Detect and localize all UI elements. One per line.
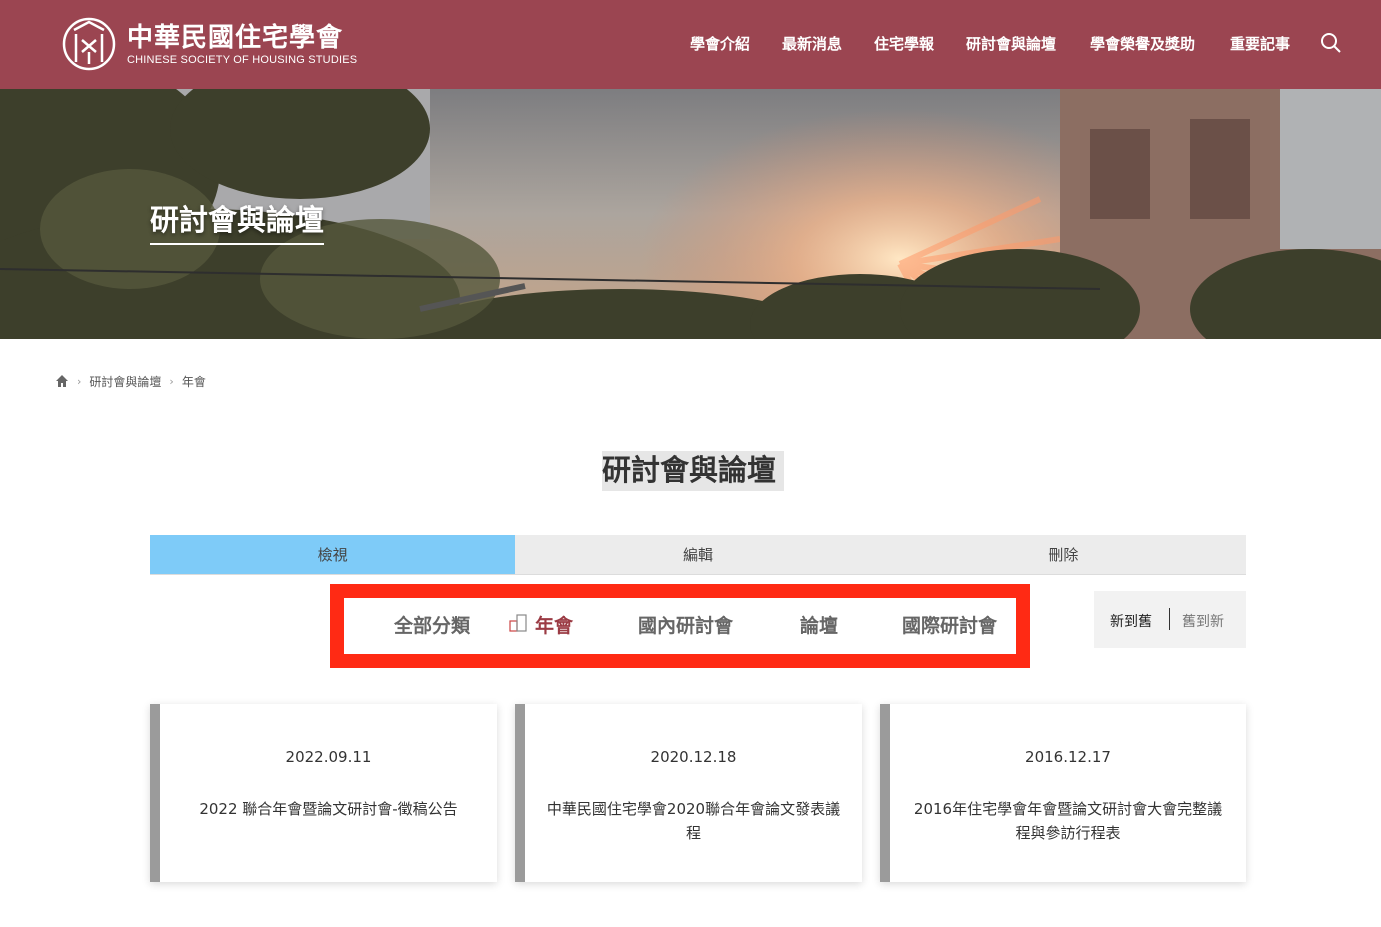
category-domestic-seminar[interactable]: 國內研討會 xyxy=(638,611,733,638)
sort-newest[interactable]: 新到舊 xyxy=(1110,611,1152,631)
home-icon[interactable] xyxy=(55,374,69,388)
card-accent-bar xyxy=(515,704,525,882)
tab-edit[interactable]: 編輯 xyxy=(515,535,880,574)
category-forum[interactable]: 論壇 xyxy=(800,611,838,638)
chevron-right-icon: › xyxy=(77,374,82,388)
nav-awards[interactable]: 學會榮譽及獎助 xyxy=(1090,33,1195,54)
nav-conferences[interactable]: 研討會與論壇 xyxy=(966,33,1056,54)
page-title: 研討會與論壇 xyxy=(602,451,785,491)
logo-title[interactable]: 中華民國住宅學會 xyxy=(127,17,343,54)
sort-oldest[interactable]: 舊到新 xyxy=(1182,611,1224,631)
card-date: 2022.09.11 xyxy=(285,748,372,766)
card-title[interactable]: 2016年住宅學會年會暨論文研討會大會完整議程與參訪行程表 xyxy=(910,797,1226,845)
nav-journal[interactable]: 住宅學報 xyxy=(874,33,934,54)
post-card[interactable]: 2022.09.11 2022 聯合年會暨論文研討會-徵稿公告 xyxy=(150,704,497,882)
hero-banner: 研討會與論壇 xyxy=(0,89,1381,339)
category-annual-meeting[interactable]: 年會 xyxy=(535,611,573,638)
card-date: 2020.12.18 xyxy=(650,748,737,766)
category-international-seminar[interactable]: 國際研討會 xyxy=(902,611,997,638)
banner-title: 研討會與論壇 xyxy=(150,197,325,245)
chevron-right-icon: › xyxy=(169,374,174,388)
breadcrumb-annual-meeting[interactable]: 年會 xyxy=(182,373,206,390)
building-icon xyxy=(509,614,527,632)
nav-events[interactable]: 重要記事 xyxy=(1230,33,1290,54)
breadcrumb: › 研討會與論壇 › 年會 xyxy=(55,372,206,390)
card-date: 2016.12.17 xyxy=(1025,748,1111,766)
card-title[interactable]: 2022 聯合年會暨論文研討會-徵稿公告 xyxy=(180,797,477,821)
category-all[interactable]: 全部分類 xyxy=(394,611,470,638)
tab-bar: 檢視 編輯 刪除 xyxy=(150,535,1246,575)
nav-news[interactable]: 最新消息 xyxy=(782,33,842,54)
sort-divider xyxy=(1169,608,1170,630)
post-card[interactable]: 2016.12.17 2016年住宅學會年會暨論文研討會大會完整議程與參訪行程表 xyxy=(880,704,1246,882)
nav-about[interactable]: 學會介紹 xyxy=(690,33,750,54)
logo-subtitle[interactable]: CHINESE SOCIETY OF HOUSING STUDIES xyxy=(127,54,357,66)
tab-delete[interactable]: 刪除 xyxy=(881,535,1246,574)
post-card[interactable]: 2020.12.18 中華民國住宅學會2020聯合年會論文發表議程 xyxy=(515,704,862,882)
breadcrumb-conferences[interactable]: 研討會與論壇 xyxy=(89,373,161,390)
card-title[interactable]: 中華民國住宅學會2020聯合年會論文發表議程 xyxy=(545,797,842,845)
search-icon[interactable] xyxy=(1320,32,1342,54)
society-logo-icon[interactable] xyxy=(60,16,118,72)
card-accent-bar xyxy=(880,704,890,882)
sort-control: 新到舊 舊到新 xyxy=(1094,591,1246,648)
site-header: 中華民國住宅學會 CHINESE SOCIETY OF HOUSING STUD… xyxy=(0,0,1381,89)
tab-view[interactable]: 檢視 xyxy=(150,535,516,574)
card-accent-bar xyxy=(150,704,160,882)
